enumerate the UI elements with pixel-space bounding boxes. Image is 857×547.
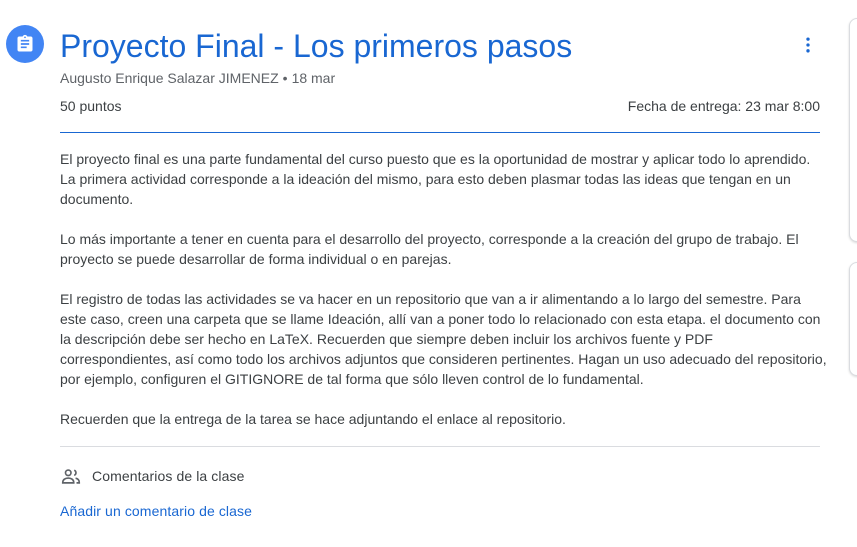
add-class-comment-link[interactable]: Añadir un comentario de clase	[60, 502, 252, 520]
due-date-label: Fecha de entrega: 23 mar 8:00	[627, 98, 820, 114]
assignment-page: Proyecto Final - Los primeros pasos Augu…	[0, 0, 857, 547]
people-icon	[61, 469, 81, 484]
page-title: Proyecto Final - Los primeros pasos	[60, 28, 573, 64]
header-divider	[60, 132, 820, 133]
assignment-meta: Augusto Enrique Salazar JIMENEZ • 18 mar	[60, 69, 335, 87]
class-comments-label: Comentarios de la clase	[92, 468, 245, 484]
assignment-icon	[6, 25, 44, 63]
description-paragraph: El proyecto final es una parte fundament…	[60, 151, 811, 207]
more-vert-icon	[806, 37, 810, 53]
side-panel-card	[849, 18, 857, 242]
comments-divider	[60, 446, 820, 447]
class-comments-header: Comentarios de la clase	[60, 465, 245, 487]
points-label: 50 puntos	[60, 98, 122, 114]
description-paragraph: El registro de todas las actividades se …	[60, 291, 827, 387]
description-paragraph: Recuerden que la entrega de la tarea se …	[60, 411, 566, 427]
post-date: 18 mar	[291, 70, 336, 86]
side-panel-card	[849, 262, 857, 376]
meta-separator: •	[282, 70, 288, 86]
description-paragraph: Lo más importante a tener en cuenta para…	[60, 231, 799, 267]
author-name: Augusto Enrique Salazar JIMENEZ	[60, 70, 279, 86]
more-options-button[interactable]	[794, 31, 822, 59]
assignment-description: El proyecto final es una parte fundament…	[60, 149, 828, 449]
